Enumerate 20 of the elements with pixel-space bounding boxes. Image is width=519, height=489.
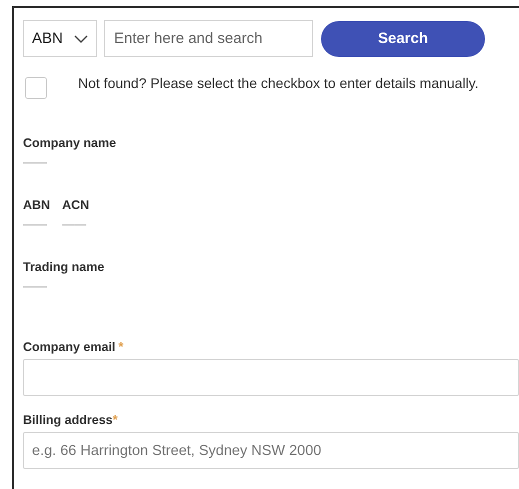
input-field[interactable] [23, 359, 519, 396]
search-field[interactable]: Enter here and search [104, 20, 313, 57]
checkbox[interactable] [25, 77, 47, 99]
required-mark: * [112, 412, 118, 427]
field-label: ABN [23, 197, 50, 213]
field-label: Company email [23, 340, 116, 354]
checkbox-label: Not found? Please select the checkbox to enter details manually. [78, 75, 479, 91]
empty-value: —— [23, 155, 48, 169]
field-label: Billing address [23, 413, 113, 427]
search-button[interactable]: Search [321, 20, 485, 56]
empty-value: —— [23, 279, 48, 293]
field-label: Company name [23, 135, 118, 151]
field-label: Trading name [23, 259, 106, 275]
id-type-select[interactable]: ABN [23, 20, 97, 57]
input-field[interactable]: e.g. 66 Harrington Street, Sydney NSW 2000 [23, 432, 519, 469]
empty-value: —— [23, 217, 48, 231]
empty-value: —— [62, 217, 88, 231]
required-mark: * [118, 339, 124, 354]
chevron-down-icon [74, 34, 88, 42]
field-label: ACN [62, 197, 90, 213]
